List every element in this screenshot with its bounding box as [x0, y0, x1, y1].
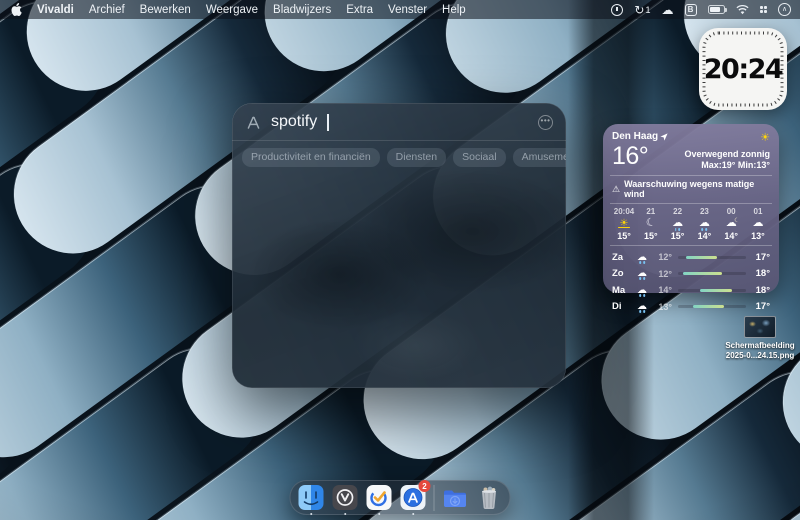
menu-item-archief[interactable]: Archief [89, 4, 125, 16]
menu-app-name[interactable]: Vivaldi [37, 4, 74, 16]
menu-item-weergave[interactable]: Weergave [206, 4, 258, 16]
running-indicator [411, 512, 415, 515]
moon-icon: ☾ [644, 215, 658, 231]
weather-daily-forecast: Za ☁ 12° 17° Zo ☁ 12° 18° Ma ☁ 14° 18° D… [612, 249, 770, 315]
sunset-icon: ☀ [619, 218, 629, 229]
search-bar[interactable]: spotify ••• [232, 103, 566, 140]
menu-item-extra[interactable]: Extra [346, 4, 373, 16]
search-results-area [232, 174, 566, 389]
dock-divider [433, 484, 435, 511]
weather-condition: Overwegend zonnig [684, 148, 770, 159]
daily-row: Zo ☁ 12° 18° [612, 268, 770, 281]
app-store-icon [245, 114, 262, 131]
wifi-icon[interactable] [735, 4, 749, 15]
password-manager-icon[interactable]: B [684, 3, 697, 16]
weather-temperature: 16° [612, 142, 649, 170]
cloud-icon: ☁ [752, 217, 764, 229]
divider [610, 175, 772, 176]
divider [610, 245, 772, 246]
update-available-icon[interactable]: ↻ 1 [634, 3, 650, 17]
daily-row: Ma ☁ 14° 18° [612, 284, 770, 297]
menu-item-help[interactable]: Help [442, 4, 466, 16]
clock-tick-marks [702, 31, 784, 107]
chip-amusement[interactable]: Amusement [512, 148, 566, 167]
divider [610, 203, 772, 204]
temperature-range-bar [678, 288, 746, 292]
menu-item-bewerken[interactable]: Bewerken [140, 4, 191, 16]
running-indicator [343, 512, 347, 515]
more-options-button[interactable]: ••• [538, 114, 553, 130]
temperature-range-bar [678, 255, 746, 259]
cloud-status-icon[interactable]: ☁ [662, 3, 674, 17]
desktop-file-screenshot[interactable]: Schermafbeelding 2025-0...24.15.png [720, 316, 800, 360]
running-indicator [377, 512, 381, 515]
notification-badge: 2 [418, 480, 431, 492]
weather-high-low: Max:19° Min:13° [701, 159, 770, 170]
search-query-text[interactable]: spotify [271, 113, 317, 131]
battery-icon[interactable] [707, 5, 727, 14]
weather-widget[interactable]: Den Haag ☀ 16° Overwegend zonnig Max:19°… [603, 124, 779, 314]
dock-app-store-icon[interactable]: 2 [400, 480, 431, 515]
daily-row: Di ☁ 13° 17° [612, 301, 770, 314]
sun-icon: ☀ [760, 132, 770, 144]
file-name: Schermafbeelding 2025-0...24.15.png [725, 341, 795, 360]
location-arrow-icon [660, 132, 668, 141]
dock-vivaldi-icon[interactable] [332, 484, 359, 515]
dock-todo-app-icon[interactable] [366, 484, 393, 515]
warning-icon: ⚠ [612, 183, 621, 194]
hourly-column: 01 ☁ 13° [751, 207, 765, 241]
apple-menu-icon[interactable] [11, 3, 22, 16]
weather-warning: ⚠ Waarschuwing wegens matige wind [612, 179, 755, 199]
text-caret [327, 113, 329, 131]
temperature-range-bar [678, 305, 746, 309]
spotlight-search-panel: spotify ••• Productiviteit en financiën … [232, 103, 566, 388]
weather-hourly-forecast: 20:04 ☀ 15° 21 ☾ 15° 22 ☁ 15° 23 ☁ 14° 0… [612, 207, 770, 241]
category-chips-row: Productiviteit en financiën Diensten Soc… [232, 141, 566, 174]
chip-diensten[interactable]: Diensten [386, 148, 447, 167]
chip-sociaal[interactable]: Sociaal [453, 148, 506, 167]
temperature-range-bar [678, 272, 746, 276]
clock-widget[interactable]: 20:24 [699, 28, 787, 110]
menu-item-bladwijzers[interactable]: Bladwijzers [273, 4, 331, 16]
hourly-column: 23 ☁ 14° [697, 207, 712, 241]
app-switcher-icon[interactable] [759, 5, 767, 14]
hourly-column: 21 ☾ 15° [643, 207, 658, 241]
menu-bar: Vivaldi Archief Bewerken Weergave Bladwi… [0, 0, 800, 19]
hourly-column: 22 ☁ 15° [670, 207, 685, 241]
file-thumbnail [744, 316, 776, 338]
hourly-column: 20:04 ☀ 15° [613, 207, 635, 241]
record-status-icon[interactable] [611, 3, 624, 16]
weather-location: Den Haag [612, 131, 668, 142]
dock-finder-icon[interactable] [298, 484, 325, 515]
daily-row: Za ☁ 12° 17° [612, 251, 770, 264]
dock: 2 [289, 480, 511, 515]
dock-downloads-folder-icon[interactable] [442, 484, 469, 511]
dock-trash-icon[interactable] [476, 484, 503, 511]
hourly-column: 00 ☁ ☾ 14° [724, 207, 740, 241]
menu-item-venster[interactable]: Venster [388, 4, 427, 16]
chip-productiviteit[interactable]: Productiviteit en financiën [242, 148, 380, 167]
running-indicator [309, 512, 313, 515]
control-center-icon[interactable]: ∧ [778, 3, 791, 16]
